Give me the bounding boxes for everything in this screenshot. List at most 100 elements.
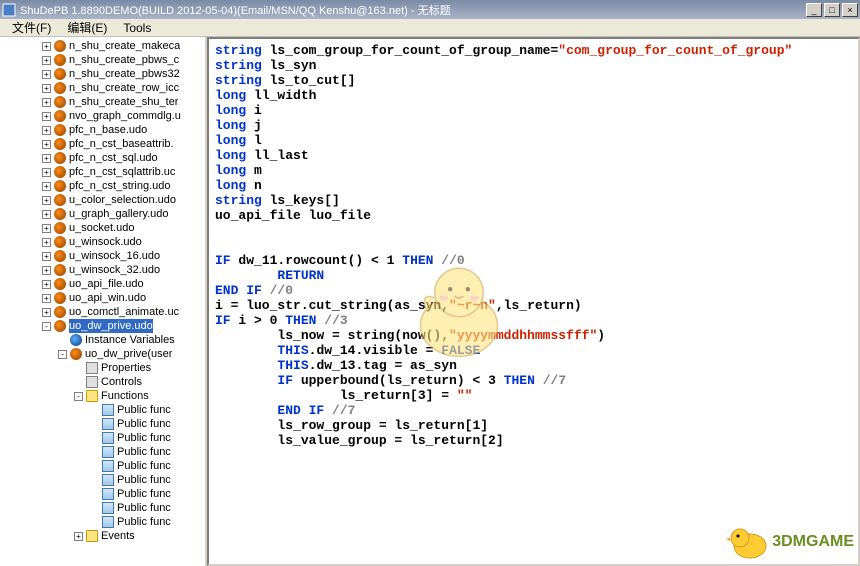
- watermark-chick-icon: [724, 524, 768, 560]
- tree-node[interactable]: -Functions: [0, 389, 205, 403]
- tree-label: Public func: [117, 417, 171, 431]
- tree-node[interactable]: Properties: [0, 361, 205, 375]
- tree-node[interactable]: + uo_api_win.udo: [0, 291, 205, 305]
- code-line: string ls_to_cut[]: [215, 73, 852, 88]
- tree-label: u_graph_gallery.udo: [69, 207, 168, 221]
- tree-node[interactable]: + u_socket.udo: [0, 221, 205, 235]
- tree-node[interactable]: +pfc_n_cst_sql.udo: [0, 151, 205, 165]
- expand-icon[interactable]: +: [42, 196, 51, 205]
- expand-icon[interactable]: +: [42, 252, 51, 261]
- tree-label: uo_api_win.udo: [69, 291, 146, 305]
- func-icon: [102, 502, 114, 514]
- expand-icon[interactable]: +: [42, 168, 51, 177]
- tree-label: n_shu_create_pbws_c: [69, 53, 179, 67]
- tree-node[interactable]: +Events: [0, 529, 205, 543]
- expand-icon[interactable]: +: [42, 140, 51, 149]
- tree-label: uo_comctl_animate.uc: [69, 305, 179, 319]
- tree-label: Properties: [101, 361, 151, 375]
- code-line: END IF //0: [215, 283, 852, 298]
- tree-label: uo_dw_prive(user: [85, 347, 172, 361]
- tree-label: u_socket.udo: [69, 221, 134, 235]
- expand-icon[interactable]: +: [42, 98, 51, 107]
- tree-node[interactable]: Public func: [0, 515, 205, 529]
- tree-node[interactable]: +n_shu_create_row_icc: [0, 81, 205, 95]
- expand-none: [90, 518, 99, 527]
- expand-icon[interactable]: +: [42, 294, 51, 303]
- tree-node[interactable]: Public func: [0, 459, 205, 473]
- expand-icon[interactable]: +: [42, 126, 51, 135]
- expand-none: [90, 434, 99, 443]
- tree-node[interactable]: + n_shu_create_makeca: [0, 39, 205, 53]
- tree-node[interactable]: +uo_api_file.udo: [0, 277, 205, 291]
- expand-none: [74, 378, 83, 387]
- expand-icon[interactable]: +: [42, 280, 51, 289]
- expand-icon[interactable]: +: [42, 238, 51, 247]
- tree-node[interactable]: +n_shu_create_pbws32: [0, 67, 205, 81]
- tree-label: u_winsock.udo: [69, 235, 142, 249]
- tree-node[interactable]: +pfc_n_cst_baseattrib.: [0, 137, 205, 151]
- tree-node[interactable]: Instance Variables: [0, 333, 205, 347]
- code-line: IF upperbound(ls_return) < 3 THEN //7: [215, 373, 852, 388]
- tree-node[interactable]: + uo_comctl_animate.uc: [0, 305, 205, 319]
- code-line: uo_api_file luo_file: [215, 208, 852, 223]
- tree-node[interactable]: +n_shu_create_shu_ter: [0, 95, 205, 109]
- tree-node[interactable]: -uo_dw_prive.udo: [0, 319, 205, 333]
- collapse-icon[interactable]: -: [74, 392, 83, 401]
- tree-label: n_shu_create_makeca: [69, 39, 180, 53]
- tree-node[interactable]: Public func: [0, 431, 205, 445]
- expand-icon[interactable]: +: [74, 532, 83, 541]
- tree-node[interactable]: +pfc_n_cst_string.udo: [0, 179, 205, 193]
- tree-node[interactable]: +pfc_n_base.udo: [0, 123, 205, 137]
- udo-icon: [54, 40, 66, 52]
- menu-tools[interactable]: Tools: [115, 21, 159, 35]
- tree-node[interactable]: Public func: [0, 473, 205, 487]
- tree-pane[interactable]: + n_shu_create_makeca + n_shu_create_pbws_c…: [0, 37, 207, 566]
- tree-node[interactable]: +nvo_graph_commdlg.u: [0, 109, 205, 123]
- tree-node[interactable]: + u_graph_gallery.udo: [0, 207, 205, 221]
- expand-none: [90, 406, 99, 415]
- func-icon: [102, 404, 114, 416]
- tree-node[interactable]: Public func: [0, 445, 205, 459]
- tree-node[interactable]: + u_winsock.udo: [0, 235, 205, 249]
- expand-none: [90, 490, 99, 499]
- mascot-overlay: [404, 254, 514, 364]
- menu-edit[interactable]: 编辑(E): [59, 19, 115, 36]
- tree-node[interactable]: Public func: [0, 403, 205, 417]
- titlebar: ShuDePB 1.8890DEMO(BUILD 2012-05-04)(Ema…: [0, 0, 860, 19]
- expand-icon[interactable]: +: [42, 210, 51, 219]
- menu-file[interactable]: 文件(F): [4, 19, 59, 36]
- close-button[interactable]: ×: [842, 3, 858, 17]
- expand-icon[interactable]: +: [42, 70, 51, 79]
- tree-node[interactable]: + u_winsock_16.udo: [0, 249, 205, 263]
- collapse-icon[interactable]: -: [58, 350, 67, 359]
- tree-node[interactable]: +u_winsock_32.udo: [0, 263, 205, 277]
- tree-node[interactable]: Public func: [0, 417, 205, 431]
- expand-icon[interactable]: +: [42, 266, 51, 275]
- tree-node[interactable]: + n_shu_create_pbws_c: [0, 53, 205, 67]
- expand-icon[interactable]: +: [42, 308, 51, 317]
- tree-label: u_winsock_16.udo: [69, 249, 160, 263]
- expand-icon[interactable]: +: [42, 112, 51, 121]
- collapse-icon[interactable]: -: [42, 322, 51, 331]
- expand-icon[interactable]: +: [42, 182, 51, 191]
- tree-node[interactable]: Public func: [0, 487, 205, 501]
- tree-node[interactable]: - uo_dw_prive(user: [0, 347, 205, 361]
- expand-none: [90, 420, 99, 429]
- minimize-button[interactable]: _: [806, 3, 822, 17]
- expand-icon[interactable]: +: [42, 56, 51, 65]
- udo-icon: [54, 110, 66, 122]
- udo-icon: [54, 82, 66, 94]
- tree-node[interactable]: Controls: [0, 375, 205, 389]
- code-pane[interactable]: string ls_com_group_for_count_of_group_n…: [207, 37, 860, 566]
- maximize-button[interactable]: □: [824, 3, 840, 17]
- watermark: 3DMGAME: [724, 524, 854, 560]
- expand-icon[interactable]: +: [42, 42, 51, 51]
- code-view: string ls_com_group_for_count_of_group_n…: [215, 43, 852, 448]
- expand-icon[interactable]: +: [42, 84, 51, 93]
- expand-icon[interactable]: +: [42, 154, 51, 163]
- prop-icon: [86, 376, 98, 388]
- tree-node[interactable]: Public func: [0, 501, 205, 515]
- tree-node[interactable]: +u_color_selection.udo: [0, 193, 205, 207]
- tree-node[interactable]: +pfc_n_cst_sqlattrib.uc: [0, 165, 205, 179]
- expand-icon[interactable]: +: [42, 224, 51, 233]
